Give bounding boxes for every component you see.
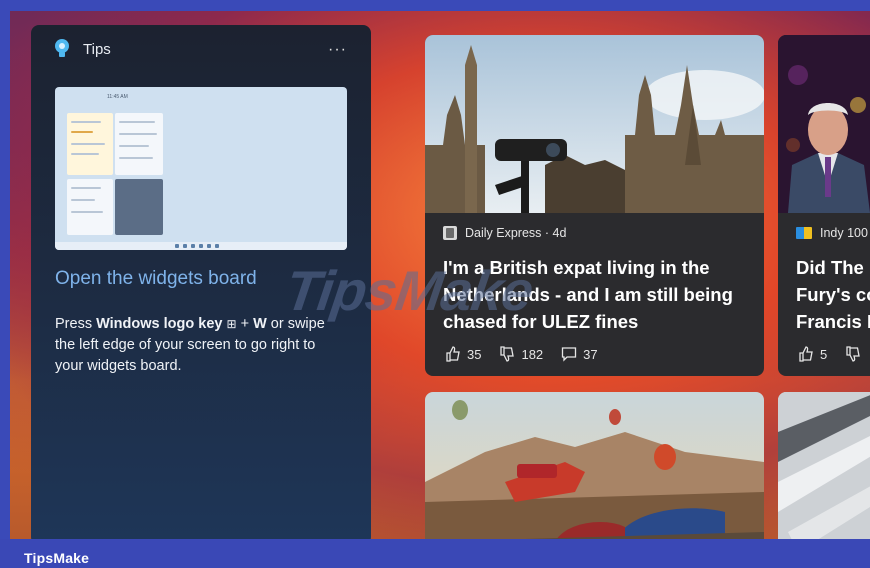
news-image-man-in-suit [778,35,870,213]
brand-label: TipsMake [24,550,90,566]
news-headline[interactable]: Did The Fury's co Francis M [796,254,870,335]
indy100-logo-icon [796,227,812,239]
like-button[interactable]: 35 [445,346,481,362]
dislike-button[interactable] [845,346,861,362]
news-image-keyboard [778,392,870,552]
tips-description: Press Windows logo key ⊞ + W or swipe th… [55,316,325,374]
tips-header: Tips [53,38,111,60]
news-card-racing-game[interactable] [425,392,764,552]
news-source-label: Daily Express · 4d [465,226,567,240]
news-card-keyboard[interactable] [778,392,870,552]
comment-icon [562,347,577,362]
daily-express-logo-icon [443,226,457,240]
windows-logo-icon: ⊞ [226,317,237,331]
preview-time: 11:45 AM [107,94,128,100]
more-options-icon[interactable]: ··· [328,41,347,59]
widgets-preview-image: 11:45 AM [55,87,347,250]
like-count: 5 [820,346,828,362]
tips-title: Tips [83,40,111,58]
windows-logo-key-label: Windows logo key [96,316,223,332]
watermark-text: TipsMake [281,259,537,322]
open-widgets-board-link[interactable]: Open the widgets board [55,268,257,290]
news-source-label: Indy 100 [820,226,868,240]
thumbs-down-icon [846,346,861,362]
thumbs-down-icon [500,346,515,362]
comments-button[interactable]: 37 [561,346,598,362]
news-reactions: 35 182 37 [445,346,610,362]
w-key-label: W [253,316,267,332]
comment-count: 37 [583,346,598,362]
dislike-count: 182 [521,346,544,362]
lightbulb-icon [55,39,69,57]
thumbs-up-icon [446,346,460,362]
footer-bar [0,539,870,568]
news-source: Daily Express · 4d [443,226,566,240]
news-image-parliament-camera [425,35,764,213]
news-source: Indy 100 [796,226,868,240]
like-button[interactable]: 5 [798,346,827,362]
news-reactions: 5 [798,346,870,362]
like-count: 35 [467,346,482,362]
news-image-racing-game [425,392,764,552]
thumbs-up-icon [799,346,813,362]
news-card-indy100[interactable]: Indy 100 Did The Fury's co Francis M 5 [778,35,870,376]
news-card-ulez[interactable]: Daily Express · 4d I'm a British expat l… [425,35,764,376]
preview-taskbar [55,242,347,250]
dislike-button[interactable]: 182 [499,346,543,362]
